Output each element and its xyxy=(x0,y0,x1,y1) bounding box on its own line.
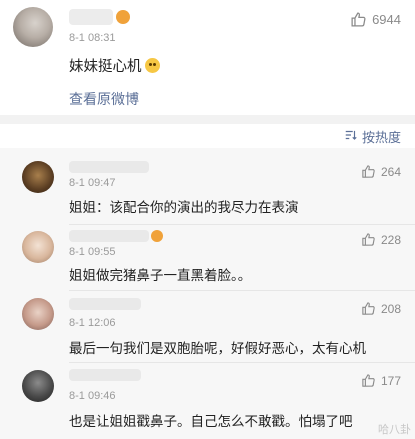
comment-like-button[interactable]: 228 xyxy=(361,232,401,247)
comment-time: 8-1 09:55 xyxy=(69,246,116,258)
main-post: 8-1 08:31 6944 妹妹挺心机 查看原微博 xyxy=(0,0,415,115)
commenter-name-blurred[interactable] xyxy=(69,298,141,310)
section-divider xyxy=(0,115,415,124)
thumbs-up-icon xyxy=(361,232,376,247)
comment-separator xyxy=(69,362,415,363)
comment-like-button[interactable]: 177 xyxy=(361,373,401,388)
watermark-text: 哈八卦 xyxy=(378,423,411,436)
commenter-name-blurred[interactable] xyxy=(69,230,149,242)
sort-label: 按热度 xyxy=(361,131,401,146)
commenter-name-blurred[interactable] xyxy=(69,161,149,173)
comment-like-button[interactable]: 208 xyxy=(361,301,401,316)
post-like-button[interactable]: 6944 xyxy=(350,11,401,28)
comment-like-count: 208 xyxy=(380,301,401,316)
thumbs-up-icon xyxy=(361,301,376,316)
doge-emoji-icon xyxy=(144,58,160,73)
vip-badge-icon xyxy=(116,10,130,24)
thumbs-up-icon xyxy=(361,373,376,388)
comment-like-button[interactable]: 264 xyxy=(361,164,401,179)
comment-text: 也是让姐姐戳鼻子。自己怎么不敢戳。怕塌了吧 xyxy=(69,414,353,430)
post-text: 妹妹挺心机 xyxy=(69,55,160,76)
poster-name-blurred[interactable] xyxy=(69,9,113,25)
commenter-avatar[interactable] xyxy=(22,231,54,263)
commenter-name-blurred[interactable] xyxy=(69,369,141,381)
thumbs-up-icon xyxy=(361,164,376,179)
poster-avatar[interactable] xyxy=(13,7,53,47)
sort-icon xyxy=(344,128,358,146)
comment-time: 8-1 12:06 xyxy=(69,317,116,329)
comment-list: 8-1 09:47 264 姐姐：该配合你的演出的我尽力在表演 8-1 09:5… xyxy=(0,148,415,439)
comment-text: 最后一句我们是双胞胎呢，好假好恶心，太有心机 xyxy=(69,341,366,357)
comment-like-count: 177 xyxy=(380,373,401,388)
vip-badge-icon xyxy=(151,230,163,242)
thumbs-up-icon xyxy=(350,11,367,28)
commenter-avatar[interactable] xyxy=(22,370,54,402)
post-time: 8-1 08:31 xyxy=(69,32,116,44)
post-text-content: 妹妹挺心机 xyxy=(69,59,142,75)
comment-time: 8-1 09:47 xyxy=(69,177,116,189)
view-original-link[interactable]: 查看原微博 xyxy=(69,89,139,109)
comment-text: 姐姐做完猪鼻子一直黑着脸。。 xyxy=(69,268,252,284)
commenter-avatar[interactable] xyxy=(22,298,54,330)
sort-button[interactable]: 按热度 xyxy=(344,127,401,146)
comment-like-count: 228 xyxy=(380,232,401,247)
comment-separator xyxy=(69,290,415,291)
post-like-count: 6944 xyxy=(372,12,401,27)
commenter-avatar[interactable] xyxy=(22,161,54,193)
comment-like-count: 264 xyxy=(380,164,401,179)
comment-text: 姐姐：该配合你的演出的我尽力在表演 xyxy=(69,200,299,216)
comment-separator xyxy=(69,224,415,225)
comment-time: 8-1 09:46 xyxy=(69,390,116,402)
sort-bar: 按热度 xyxy=(0,124,415,148)
